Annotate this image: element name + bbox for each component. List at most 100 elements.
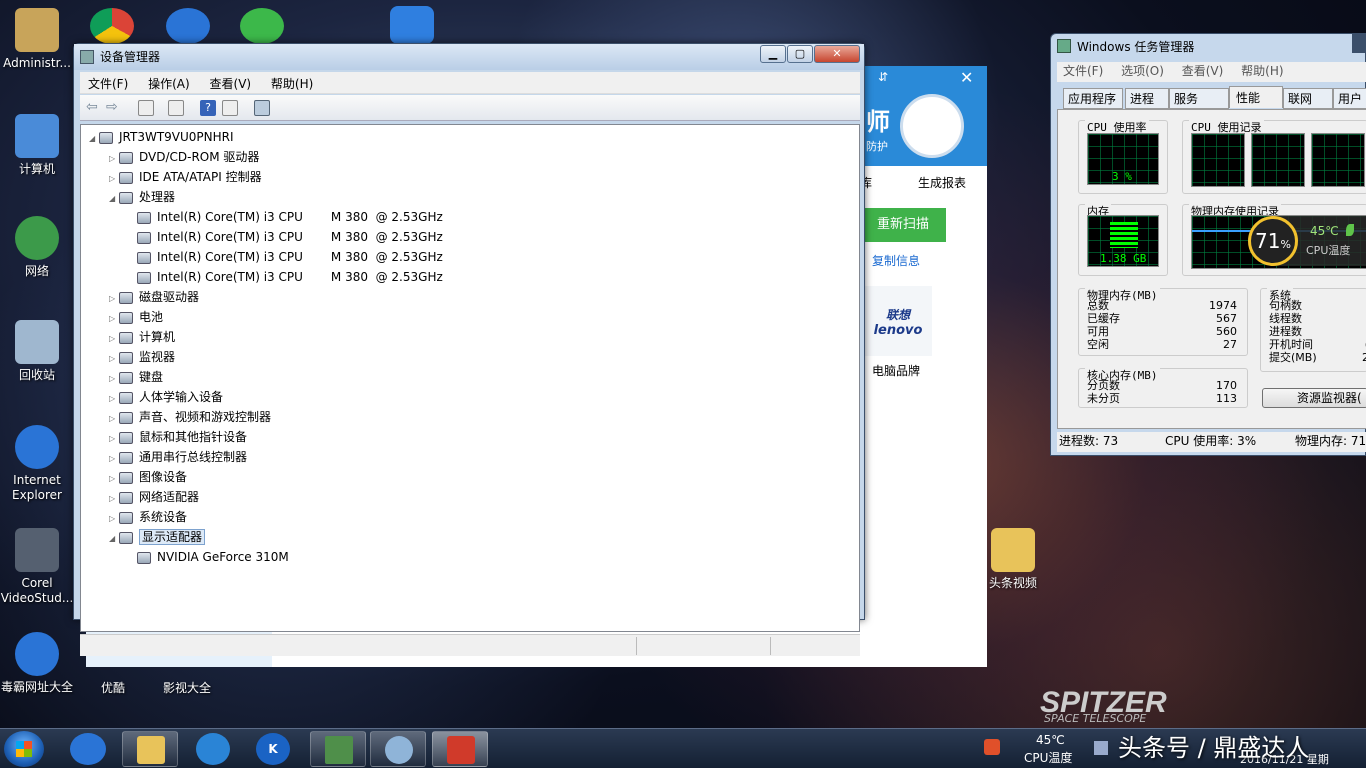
maximize-button[interactable]: ▢ [787,45,813,63]
top-blue-app-icon[interactable] [390,6,434,44]
tm-menu-help[interactable]: 帮助(H) [1241,64,1283,78]
app-title-partial: 师 [866,108,890,136]
system-group: 系统 句柄数 线程数 进程数 开机时间( 提交(MB)2 [1260,287,1366,372]
speaker-icon [119,411,133,424]
desktop-icon-recycle-bin[interactable]: 回收站 [0,320,74,383]
tree-leaf-cpu[interactable]: Intel(R) Core(TM) i3 CPU M 380 @ 2.53GHz [137,247,443,267]
top-chrome-icon[interactable] [90,8,134,44]
desktop-icon-computer[interactable]: 计算机 [0,114,74,177]
ie-browser-icon [15,632,59,676]
taskbar-k-app-icon[interactable]: K [256,733,290,765]
top-green-browser-icon[interactable] [240,8,284,44]
tm-menu-file[interactable]: 文件(F) [1063,64,1103,78]
taskbar-browser-icon[interactable] [196,733,230,765]
desktop-icon-corel[interactable]: Corel VideoStud... [0,528,74,606]
app-sub-partial: 防护 [866,140,888,153]
desktop-icon-administrator[interactable]: Administr... [0,8,74,71]
desktop-icon-toutiao[interactable]: 头条视频 [976,528,1050,591]
tray-sogou-icon[interactable] [984,739,1000,755]
tree-node-network[interactable]: ▷ 网络适配器 [109,487,199,507]
taskbar-device-manager-button[interactable] [310,731,366,767]
tab-users[interactable]: 用户 [1333,88,1366,109]
tree-node-sound[interactable]: ▷ 声音、视频和游戏控制器 [109,407,271,427]
desktop-icon-ie[interactable]: Internet Explorer [0,425,74,503]
tree-node-keyboard[interactable]: ▷ 键盘 [109,367,163,387]
desktop-icon-network[interactable]: 网络 [0,216,74,279]
tab-networking[interactable]: 联网 [1283,88,1333,109]
tree-leaf-cpu[interactable]: Intel(R) Core(TM) i3 CPU M 380 @ 2.53GHz [137,207,443,227]
help-icon[interactable]: ? [200,100,216,116]
tree-root[interactable]: ◢ JRT3WT9VU0PNHRI [89,127,234,147]
app-minimize-icon[interactable]: ⇵ [878,70,888,84]
memory-meter: 1.38 GB [1087,215,1159,267]
tree-node-ide[interactable]: ▷ IDE ATA/ATAPI 控制器 [109,167,262,187]
tab-performance[interactable]: 性能 [1229,86,1283,108]
back-arrow-icon[interactable]: ⇦ [86,100,102,116]
close-button[interactable]: ✕ [814,45,860,63]
tree-leaf-cpu[interactable]: Intel(R) Core(TM) i3 CPU M 380 @ 2.53GHz [137,267,443,287]
mouse-icon [119,431,133,444]
user-folder-icon [15,8,59,52]
tree-node-disk[interactable]: ▷ 磁盘驱动器 [109,287,199,307]
tree-leaf-cpu[interactable]: Intel(R) Core(TM) i3 CPU M 380 @ 2.53GHz [137,227,443,247]
security-app-window: ⇵ ✕ 师 防护 库 生成报表 重新扫描 复制信息 联想 lenovo 电脑品牌 [860,66,987,611]
app-close-icon[interactable]: ✕ [960,68,973,87]
tree-node-dvd[interactable]: ▷ DVD/CD-ROM 驱动器 [109,147,259,167]
top-ie-icon[interactable] [166,8,210,44]
tree-node-computer[interactable]: ▷ 计算机 [109,327,175,347]
tree-leaf-gpu[interactable]: NVIDIA GeForce 310M [137,547,289,567]
menu-action[interactable]: 操作(A) [140,72,198,95]
folder-icon [137,736,165,764]
taskbar-explorer-button[interactable] [122,731,178,767]
desktop-icon-youku[interactable]: 优酷 [76,681,150,696]
toolbar: ⇦ ⇨ ? [80,95,860,121]
tree-node-mouse[interactable]: ▷ 鼠标和其他指针设备 [109,427,247,447]
menu-file[interactable]: 文件(F) [80,72,136,95]
memory-percent-ring: 71% [1248,216,1298,266]
disk-drive-icon [119,291,133,304]
menu-view[interactable]: 查看(V) [202,72,260,95]
tm-scroll-edge [1352,33,1366,53]
tree-node-imaging[interactable]: ▷ 图像设备 [109,467,187,487]
tm-menu-options[interactable]: 选项(O) [1121,64,1164,78]
desktop-icon-duba[interactable]: 毒霸网址大全 [0,632,74,695]
device-manager-window[interactable]: 设备管理器 ▁ ▢ ✕ 文件(F) 操作(A) 查看(V) 帮助(H) ⇦ ⇨ … [73,43,865,656]
desktop-icon-yingshi[interactable]: 影视大全 [150,681,224,696]
temp-value: 45℃ [1310,224,1339,238]
menu-bar: 文件(F) 操作(A) 查看(V) 帮助(H) [80,72,860,94]
device-manager-titlebar[interactable]: 设备管理器 [74,44,864,70]
report-button[interactable]: 生成报表 [918,174,966,191]
tree-node-battery[interactable]: ▷ 电池 [109,307,163,327]
tm-tabs: 应用程序 进程 服务 性能 联网 用户 [1061,86,1366,109]
console-tree-icon[interactable] [138,100,154,116]
tree-node-usb[interactable]: ▷ 通用串行总线控制器 [109,447,247,467]
tree-node-monitor[interactable]: ▷ 监视器 [109,347,175,367]
memory-group: 内存 1.38 GB [1078,203,1168,276]
tree-node-system[interactable]: ▷ 系统设备 [109,507,187,527]
tab-applications[interactable]: 应用程序 [1063,88,1123,109]
start-button[interactable] [4,731,44,767]
taskbar-toolbox-button[interactable] [432,731,488,767]
tab-services[interactable]: 服务 [1169,88,1229,109]
forward-arrow-icon[interactable]: ⇨ [106,100,122,116]
windows-logo-icon [16,741,32,757]
tree-node-display[interactable]: ◢ 显示适配器 [109,527,206,547]
tab-processes[interactable]: 进程 [1125,88,1169,109]
cpu-temp-widget[interactable]: 71% 45℃ CPU温度 [1248,216,1366,266]
rescan-button[interactable]: 重新扫描 [860,208,946,242]
tray-network-icon[interactable] [1094,741,1108,755]
mascot-icon [385,736,413,764]
copy-info-link[interactable]: 复制信息 [872,252,920,269]
show-hidden-icon[interactable] [222,100,238,116]
tree-node-hid[interactable]: ▷ 人体学输入设备 [109,387,223,407]
resource-monitor-button[interactable]: 资源监视器( [1262,388,1366,408]
taskbar-ie-icon[interactable] [70,733,106,765]
taskbar-security-button[interactable] [370,731,426,767]
status-memory: 物理内存: 71 [1295,434,1366,448]
minimize-button[interactable]: ▁ [760,45,786,63]
properties-icon[interactable] [168,100,184,116]
scan-hardware-icon[interactable] [254,100,270,116]
menu-help[interactable]: 帮助(H) [263,72,321,95]
tm-menu-view[interactable]: 查看(V) [1182,64,1224,78]
tree-node-processor[interactable]: ◢ 处理器 [109,187,175,207]
